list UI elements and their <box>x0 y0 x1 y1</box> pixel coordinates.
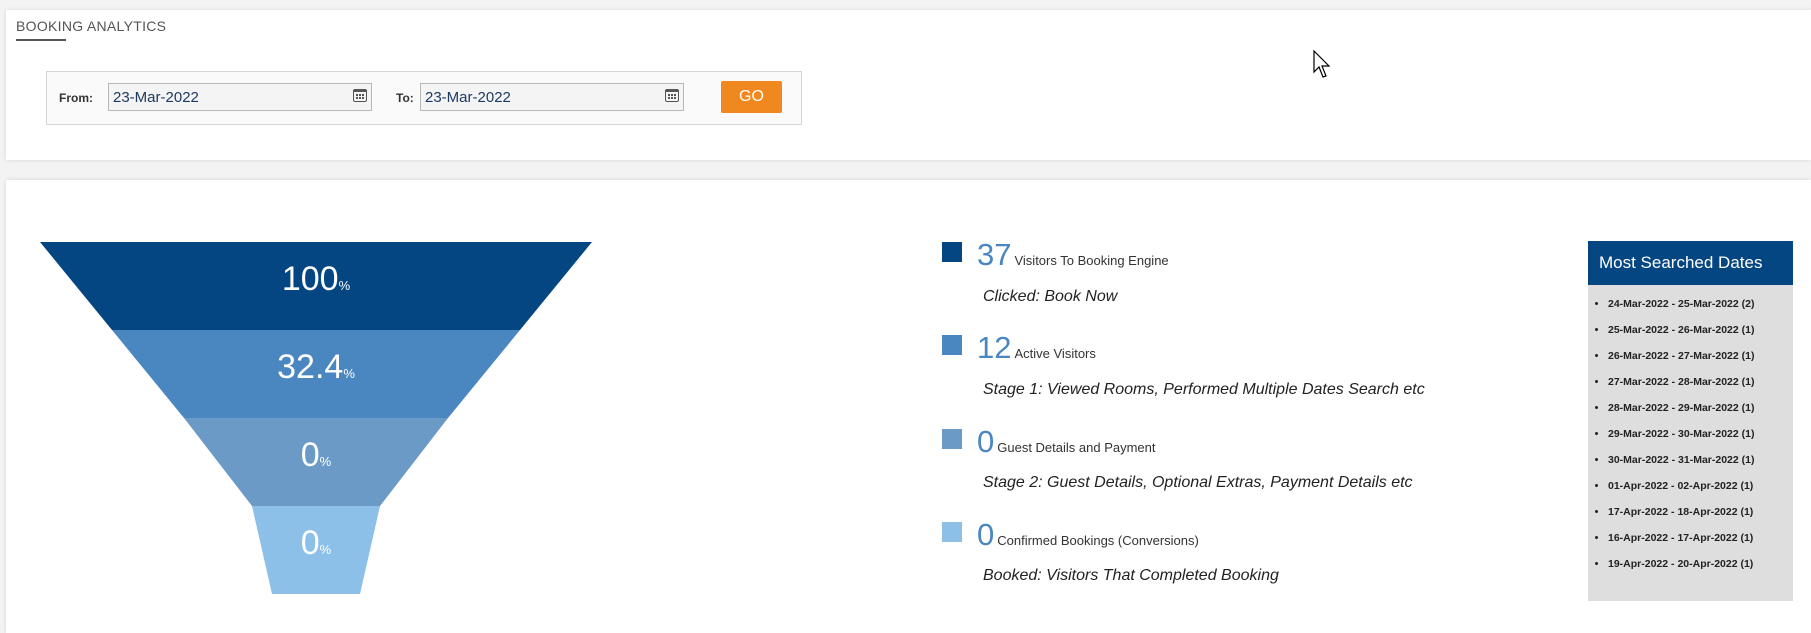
list-item: 17-Apr-2022 - 18-Apr-2022 (1) <box>1608 499 1793 525</box>
guest-details-count: 0 <box>977 424 995 459</box>
legend-description: Booked: Visitors That Completed Booking <box>983 567 1279 584</box>
list-item: 16-Apr-2022 - 17-Apr-2022 (1) <box>1608 525 1793 551</box>
legend-label: Guest Details and Payment <box>997 440 1156 455</box>
legend-description: Clicked: Book Now <box>983 288 1118 305</box>
booking-funnel-chart: 100% 32.4% 0% 0% <box>40 242 592 594</box>
active-visitors-count: 12 <box>977 330 1012 365</box>
visitors-count: 37 <box>977 237 1012 272</box>
legend-swatch <box>942 429 962 449</box>
legend-label: Confirmed Bookings (Conversions) <box>997 533 1199 548</box>
list-item: 25-Mar-2022 - 26-Mar-2022 (1) <box>1608 317 1793 343</box>
confirmed-bookings-count: 0 <box>977 517 995 552</box>
page-title: BOOKING ANALYTICS <box>16 18 167 34</box>
filter-panel: BOOKING ANALYTICS From: To: GO <box>6 10 1811 160</box>
title-underline <box>16 39 66 41</box>
from-label: From: <box>59 91 93 105</box>
list-item: 01-Apr-2022 - 02-Apr-2022 (1) <box>1608 473 1793 499</box>
date-filter-box: From: To: GO <box>46 71 802 125</box>
from-date-input[interactable] <box>108 83 372 111</box>
list-item: 29-Mar-2022 - 30-Mar-2022 (1) <box>1608 421 1793 447</box>
calendar-icon[interactable] <box>353 89 367 102</box>
legend-label: Visitors To Booking Engine <box>1014 253 1169 268</box>
list-item: 26-Mar-2022 - 27-Mar-2022 (1) <box>1608 343 1793 369</box>
most-searched-title: Most Searched Dates <box>1588 241 1793 285</box>
to-date-input[interactable] <box>420 83 684 111</box>
to-label: To: <box>396 91 414 105</box>
list-item: 28-Mar-2022 - 29-Mar-2022 (1) <box>1608 395 1793 421</box>
legend-swatch <box>942 335 962 355</box>
legend-swatch <box>942 522 962 542</box>
calendar-icon[interactable] <box>665 89 679 102</box>
go-button[interactable]: GO <box>721 81 782 113</box>
list-item: 19-Apr-2022 - 20-Apr-2022 (1) <box>1608 551 1793 577</box>
list-item: 24-Mar-2022 - 25-Mar-2022 (2) <box>1608 291 1793 317</box>
most-searched-dates-panel: Most Searched Dates 24-Mar-2022 - 25-Mar… <box>1588 241 1793 601</box>
legend-description: Stage 1: Viewed Rooms, Performed Multipl… <box>983 381 1425 398</box>
mouse-cursor-icon <box>1313 50 1331 78</box>
list-item: 30-Mar-2022 - 31-Mar-2022 (1) <box>1608 447 1793 473</box>
legend-swatch <box>942 242 962 262</box>
legend-label: Active Visitors <box>1014 346 1096 361</box>
list-item: 27-Mar-2022 - 28-Mar-2022 (1) <box>1608 369 1793 395</box>
legend-description: Stage 2: Guest Details, Optional Extras,… <box>983 474 1413 491</box>
most-searched-list: 24-Mar-2022 - 25-Mar-2022 (2) 25-Mar-202… <box>1588 285 1793 577</box>
